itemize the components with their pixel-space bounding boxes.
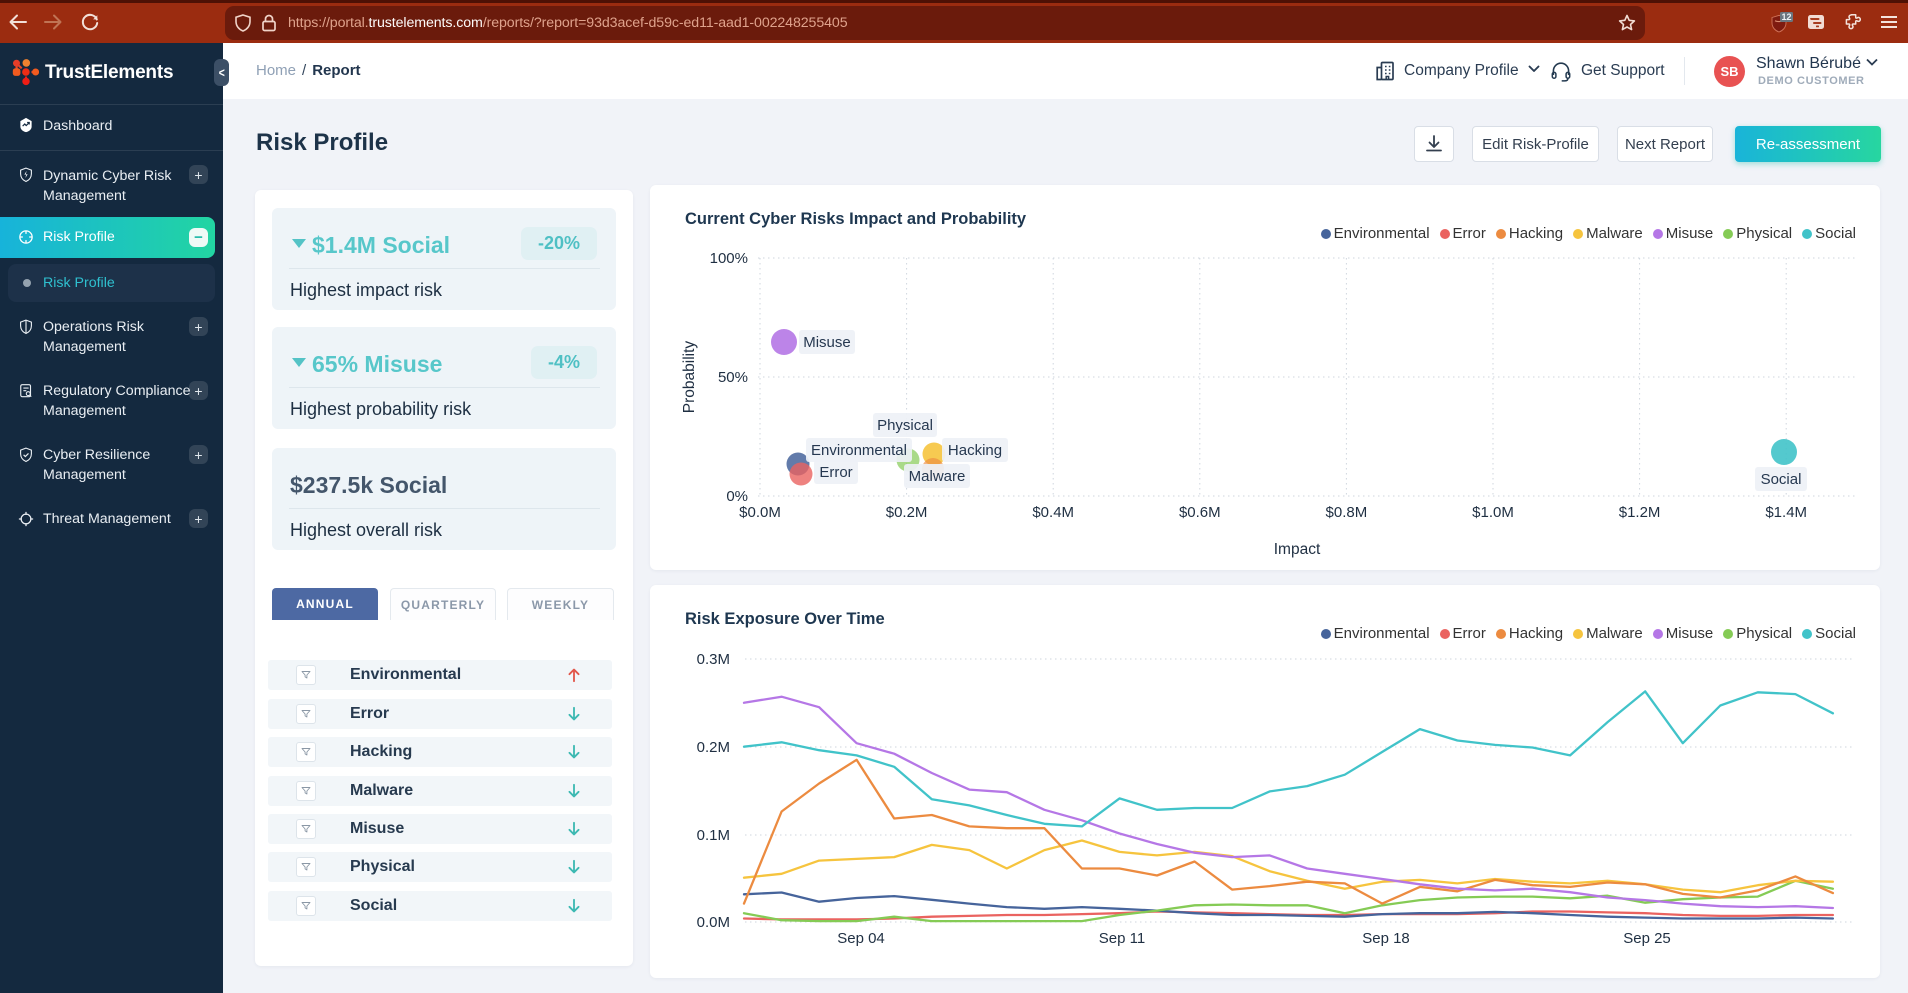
svg-text:Hacking: Hacking [948,442,1002,459]
svg-text:Impact: Impact [1274,541,1321,558]
svg-text:Sep 25: Sep 25 [1623,930,1671,947]
svg-text:$0.0M: $0.0M [739,504,781,521]
svg-text:$0.8M: $0.8M [1326,504,1368,521]
svg-text:Social: Social [1761,471,1802,488]
svg-text:Error: Error [819,464,852,481]
svg-text:$1.4M: $1.4M [1765,504,1807,521]
svg-text:12: 12 [1781,12,1791,22]
svg-text:Probability: Probability [681,341,698,414]
svg-text:Physical: Physical [877,417,933,434]
svg-text:$0.2M: $0.2M [886,504,928,521]
svg-text:0.2M: 0.2M [697,739,730,756]
svg-text:$0.4M: $0.4M [1032,504,1074,521]
svg-text:Environmental: Environmental [811,442,907,459]
svg-text:0.1M: 0.1M [697,827,730,844]
svg-text:0.3M: 0.3M [697,651,730,668]
svg-text:Sep 11: Sep 11 [1099,930,1145,947]
svg-text:$0.6M: $0.6M [1179,504,1221,521]
svg-text:0.0M: 0.0M [697,914,730,931]
svg-text:Malware: Malware [909,468,966,485]
svg-text:100%: 100% [710,250,748,267]
svg-text:Sep 18: Sep 18 [1362,930,1410,947]
svg-text:Sep 04: Sep 04 [837,930,885,947]
svg-text:$1.0M: $1.0M [1472,504,1514,521]
svg-text:0%: 0% [726,488,748,505]
svg-text:Misuse: Misuse [803,334,851,351]
svg-text:$1.2M: $1.2M [1619,504,1661,521]
svg-text:50%: 50% [718,369,748,386]
